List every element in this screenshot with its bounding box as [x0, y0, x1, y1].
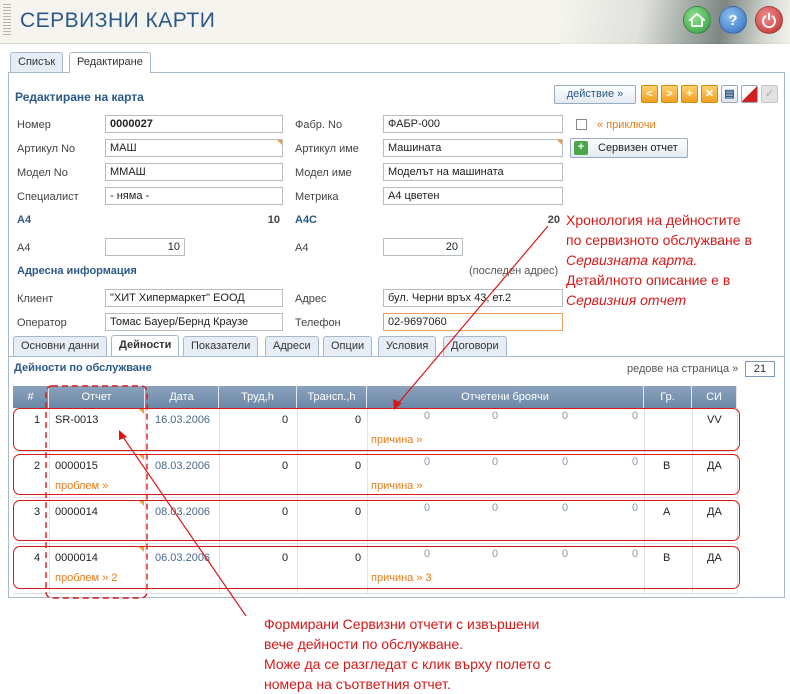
annotation-right-line5: Сервизния отчет: [566, 290, 752, 310]
annotation-right-line2: по сервизното обслужване в: [566, 232, 752, 248]
annotation-right: Хронология на дейностите по сервизното о…: [566, 210, 752, 310]
annotation-right-line1: Хронология на дейностите: [566, 212, 741, 228]
annotation-right-line3: Сервизната карта.: [566, 250, 752, 270]
annotation-bottom-line3: Може да се разгледат с клик върху полето…: [264, 656, 552, 672]
annotation-right-line3-text: Сервизната карта.: [566, 252, 698, 268]
annotation-bottom-line1: Формирани Сервизни отчети с извършени: [264, 616, 540, 632]
annotation-right-line4: Детайлното описание е в: [566, 272, 731, 288]
tab-edit[interactable]: Редактиране: [69, 52, 151, 73]
annotation-right-line5-text: Сервизния отчет: [566, 292, 687, 308]
tab-activities[interactable]: Дейности: [111, 335, 180, 356]
annotation-bottom-line4: номера на съответния отчет.: [264, 676, 451, 692]
annotation-bottom-line2: вече дейности по обслужване.: [264, 636, 464, 652]
annotation-bottom: Формирани Сервизни отчети с извършени ве…: [264, 614, 551, 694]
